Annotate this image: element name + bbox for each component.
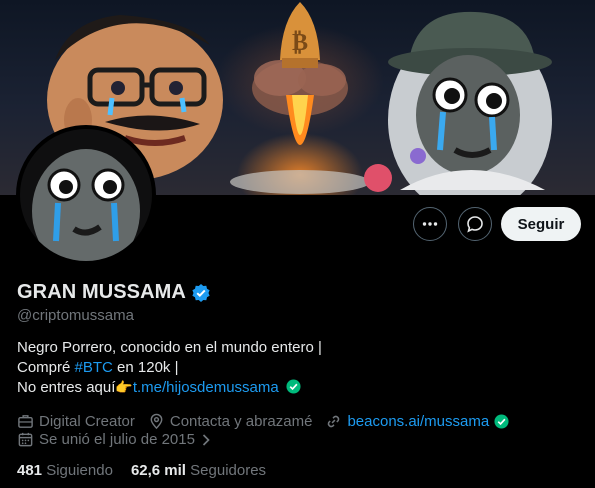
profile-handle: @criptomussama	[17, 307, 134, 324]
website-item[interactable]: beacons.ai/mussama	[325, 413, 509, 430]
bio-line-3: No entres aquí👉t.me/hijosdemussama	[17, 378, 322, 398]
profile-avatar[interactable]	[16, 125, 156, 265]
chevron-right-icon	[202, 433, 210, 446]
follow-stats: 481 Siguiendo 62,6 mil Seguidores	[17, 462, 266, 479]
bio-line-2: Compré #BTC en 120k |	[17, 358, 322, 378]
profile-bio: Negro Porrero, conocido en el mundo ente…	[17, 338, 322, 398]
briefcase-icon	[18, 415, 33, 428]
hashtag-link[interactable]: #BTC	[75, 359, 113, 376]
verified-badge-icon[interactable]	[191, 283, 211, 303]
joined-item[interactable]: Se unió el julio de 2015	[17, 431, 212, 448]
bio-text: Compré	[17, 359, 75, 376]
bio-line-1: Negro Porrero, conocido en el mundo ente…	[17, 339, 322, 356]
check-circle-icon	[286, 379, 301, 394]
followers-label: Seguidores	[190, 462, 267, 479]
avatar-image	[20, 129, 152, 261]
display-name: GRAN MUSSAMA	[17, 281, 186, 303]
more-dots-icon	[422, 222, 438, 226]
following-link[interactable]: 481 Siguiendo	[17, 462, 113, 479]
follow-button[interactable]: Seguir	[501, 207, 581, 241]
followers-link[interactable]: 62,6 mil Seguidores	[131, 462, 266, 479]
chat-bubble-icon	[467, 216, 483, 233]
svg-text:₿: ₿	[292, 28, 308, 56]
category-item: Digital Creator	[17, 413, 135, 430]
calendar-icon	[18, 432, 33, 447]
bio-text: No entres aquí	[17, 379, 116, 396]
check-circle-icon	[494, 414, 509, 429]
followers-count: 62,6 mil	[130, 462, 186, 479]
profile-meta-row: Digital Creator Contacta y abrazamé beac…	[17, 413, 522, 430]
telegram-link[interactable]: t.me/hijosdemussama	[133, 379, 279, 396]
message-button[interactable]	[458, 207, 492, 241]
category-label: Digital Creator	[39, 413, 135, 430]
pointing-hand-icon: 👉	[115, 380, 133, 396]
more-options-button[interactable]	[413, 207, 447, 241]
joined-row[interactable]: Se unió el julio de 2015	[17, 431, 225, 448]
following-label: Siguiendo	[46, 462, 113, 479]
location-pin-icon	[150, 413, 163, 430]
location-item: Contacta y abrazamé	[148, 413, 313, 430]
joined-label: Se unió el julio de 2015	[39, 431, 195, 448]
location-label: Contacta y abrazamé	[169, 413, 313, 430]
display-name-row: GRAN MUSSAMA	[17, 281, 211, 304]
link-icon	[328, 415, 340, 428]
bio-text: en 120k |	[112, 359, 179, 376]
following-count: 481	[17, 462, 43, 479]
website-link[interactable]: beacons.ai/mussama	[347, 413, 489, 430]
